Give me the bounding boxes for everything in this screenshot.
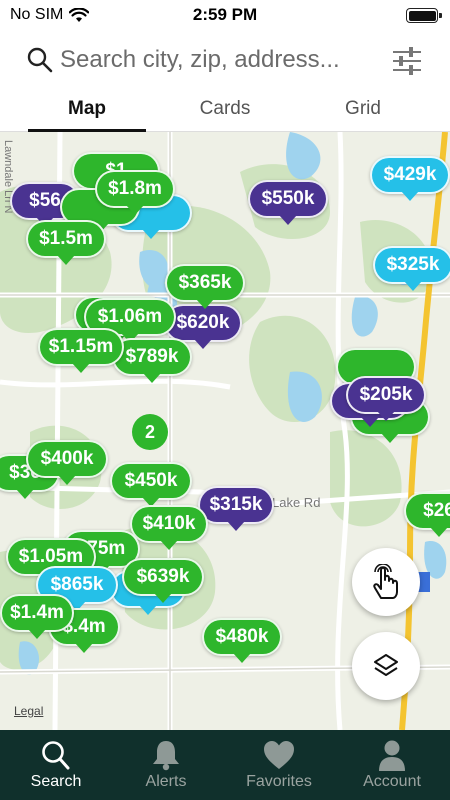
map-pin[interactable]: $325k (373, 246, 450, 291)
map-view[interactable]: Lawndale Ln N Lake Rd $56 $1 $1.8m $1.5m… (0, 132, 450, 730)
map-pin[interactable]: $550k (248, 180, 328, 225)
person-icon (379, 740, 405, 771)
filter-sliders-icon[interactable] (390, 44, 424, 78)
battery-icon (406, 8, 442, 23)
tab-cards[interactable]: Cards (166, 98, 284, 120)
nav-label: Search (30, 773, 82, 790)
pin-price: $205k (359, 384, 413, 405)
pin-price: $550k (261, 188, 315, 209)
map-cluster[interactable]: 2 (132, 414, 168, 450)
map-pin[interactable]: $1.8m (95, 170, 175, 215)
legal-link[interactable]: Legal (14, 704, 43, 718)
map-pin[interactable]: $450k (110, 462, 192, 507)
nav-favorites[interactable]: Favorites (223, 730, 335, 800)
map-pin[interactable]: $410k (130, 505, 208, 550)
map-pin[interactable]: $1.5m (26, 220, 106, 265)
map-pin[interactable]: $26 (404, 492, 450, 537)
heart-icon (264, 741, 294, 769)
layers-icon (374, 654, 398, 676)
nav-label: Favorites (246, 773, 312, 790)
map-layers-button[interactable] (352, 632, 420, 700)
pin-price: $429k (383, 164, 437, 185)
pin-price: $1.05m (18, 546, 84, 567)
search-input[interactable] (60, 44, 380, 76)
map-pin[interactable]: $1.4m (0, 594, 74, 639)
map-pin[interactable]: $620k (164, 304, 242, 349)
pin-price: $865k (50, 574, 104, 595)
pin-price: $1.5m (39, 228, 93, 249)
bottom-navigation: Search Alerts Favorites Account (0, 730, 450, 800)
search-icon (42, 741, 70, 770)
pin-price: $620k (176, 312, 230, 333)
map-pin[interactable]: $205k (346, 376, 426, 421)
pin-price: $365k (178, 272, 232, 293)
pin-price: $1.8m (108, 178, 162, 199)
wifi-icon (69, 7, 90, 22)
bell-icon (153, 741, 179, 771)
map-pin[interactable]: $789k (112, 338, 192, 383)
carrier-info: No SIM (10, 6, 90, 24)
pin-price: $1.4m (10, 602, 64, 623)
pin-price: $325k (386, 254, 440, 275)
pin-price: $400k (40, 448, 94, 469)
carrier-label: No SIM (10, 6, 64, 23)
map-pin[interactable]: $315k (198, 486, 274, 531)
tab-grid[interactable]: Grid (304, 98, 422, 120)
pin-price: $450k (124, 470, 178, 491)
map-pin[interactable]: $480k (202, 618, 282, 663)
nav-label: Alerts (145, 773, 187, 790)
search-icon[interactable] (26, 46, 54, 74)
pin-price: $315k (209, 494, 263, 515)
map-pin[interactable]: $429k (370, 156, 450, 201)
nav-account[interactable]: Account (336, 730, 448, 800)
pin-price: $1.06m (97, 306, 163, 327)
pin-price: $56 (29, 190, 61, 211)
view-tabs: Map Cards Grid (0, 88, 450, 132)
hand-pointer-icon (373, 564, 398, 599)
draw-search-button[interactable] (352, 548, 420, 616)
map-pin[interactable]: $639k (122, 558, 204, 603)
nav-label: Account (363, 773, 421, 790)
search-bar (0, 32, 450, 88)
road-label-lake-rd: Lake Rd (272, 495, 321, 510)
map-pin[interactable]: $365k (165, 264, 245, 309)
pin-price: $789k (125, 346, 179, 367)
pin-price: $26 (423, 500, 450, 521)
nav-search[interactable]: Search (0, 730, 112, 800)
map-pin[interactable]: $400k (26, 440, 108, 485)
pin-price: $480k (215, 626, 269, 647)
pin-price: $410k (142, 513, 196, 534)
map-pin[interactable]: $1.15m (38, 328, 124, 373)
pin-price: $639k (136, 566, 190, 587)
status-bar: No SIM 2:59 PM (0, 0, 450, 32)
nav-alerts[interactable]: Alerts (110, 730, 222, 800)
pin-price: $1.15m (48, 336, 114, 357)
tab-map[interactable]: Map (28, 98, 146, 120)
